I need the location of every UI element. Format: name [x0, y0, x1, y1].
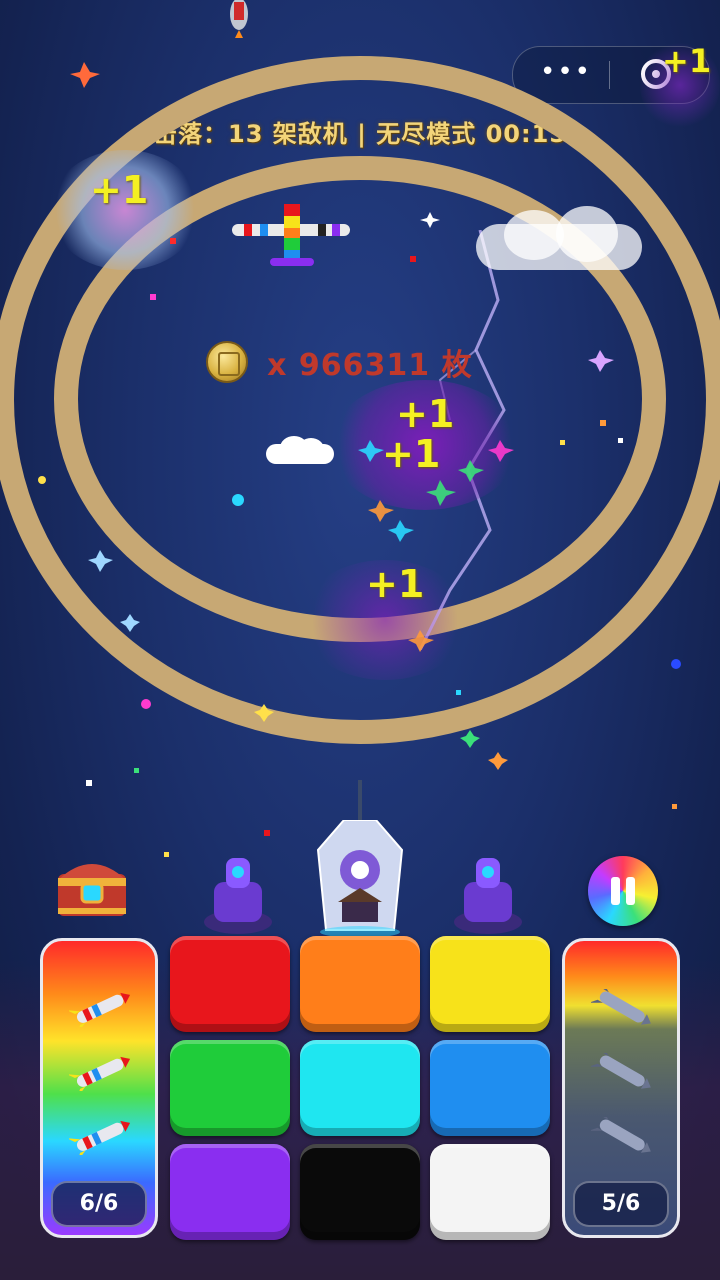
game-scene: ••• 击落：13 架敌机 | 无尽模式 00:15 x 966311 枚 +1… [0, 0, 720, 1280]
color-tile-yellow[interactable] [430, 936, 550, 1032]
color-tile-green[interactable] [170, 1040, 290, 1136]
right-ammo-counter: 5/6 [573, 1181, 669, 1227]
pause-button[interactable] [588, 856, 658, 926]
missile-icon [69, 1056, 131, 1091]
treasure-chest-icon[interactable] [52, 854, 132, 920]
missile-icon [69, 1120, 131, 1155]
color-tile-purple[interactable] [170, 1144, 290, 1240]
missile-icon [591, 989, 651, 1025]
color-tile-blue[interactable] [430, 1040, 550, 1136]
missile-icon [591, 1117, 651, 1153]
turret-icon [454, 858, 522, 934]
pause-icon [609, 877, 637, 905]
missile-icon [69, 992, 131, 1027]
missile-icon [591, 1053, 651, 1089]
color-tile-cyan[interactable] [300, 1040, 420, 1136]
confetti-particles [38, 62, 681, 857]
turret-icon [204, 858, 272, 934]
left-ammo-counter: 6/6 [51, 1181, 147, 1227]
color-tile-white[interactable] [430, 1144, 550, 1240]
color-tile-red[interactable] [170, 936, 290, 1032]
color-tile-orange[interactable] [300, 936, 420, 1032]
crystal-tower-icon [316, 820, 404, 938]
color-tile-black[interactable] [300, 1144, 420, 1240]
left-missile-magazine[interactable]: 6/6 [40, 938, 158, 1238]
right-missile-magazine[interactable]: 5/6 [562, 938, 680, 1238]
